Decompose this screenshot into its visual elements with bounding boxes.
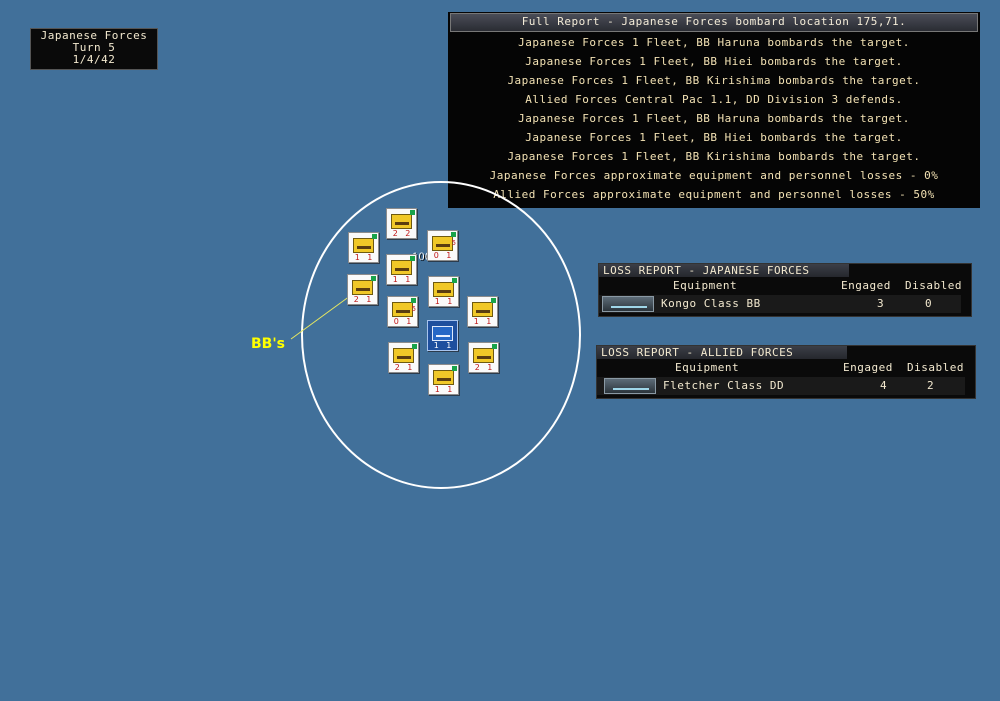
ship-icon	[353, 238, 374, 253]
counter-value-1: 1	[354, 253, 360, 262]
pointer-line	[290, 295, 351, 340]
counter-value-2: 1	[447, 385, 453, 394]
japanese-unit-counter[interactable]: 22	[386, 208, 417, 239]
counter-values: 01	[390, 317, 415, 326]
counter-values: 11	[431, 385, 456, 394]
ship-icon	[392, 302, 413, 317]
counter-value-2: 1	[447, 297, 453, 306]
ship-icon	[472, 302, 493, 317]
counter-value-2: 1	[366, 295, 372, 304]
counter-value-1: 2	[394, 363, 400, 372]
status-flag-icon	[410, 210, 415, 215]
japanese-unit-counter[interactable]: 11	[428, 364, 459, 395]
counter-value-2: 1	[406, 317, 412, 326]
status-flag-icon	[372, 234, 377, 239]
counter-flag-number: 5	[411, 305, 416, 313]
japanese-unit-counter[interactable]: 11	[467, 296, 498, 327]
status-flag-icon	[452, 278, 457, 283]
counter-value-1: 0	[433, 251, 439, 260]
counter-value-2: 2	[405, 229, 411, 238]
counter-value-1: 2	[392, 229, 398, 238]
counter-value-2: 1	[405, 275, 411, 284]
bbs-annotation: BB's	[251, 336, 285, 352]
counter-value-1: 1	[434, 385, 440, 394]
counter-values: 11	[389, 275, 414, 284]
ship-icon	[473, 348, 494, 363]
status-flag-icon	[412, 344, 417, 349]
counter-value-1: 1	[392, 275, 398, 284]
ship-icon	[433, 282, 454, 297]
counter-value-1: 2	[474, 363, 480, 372]
ship-icon	[432, 236, 453, 251]
status-flag-icon	[451, 232, 456, 237]
ship-icon	[433, 370, 454, 385]
counter-value-2: 1	[367, 253, 373, 262]
japanese-unit-counter[interactable]: 11	[386, 254, 417, 285]
japanese-unit-counter[interactable]: 21	[468, 342, 499, 373]
counter-values: 01	[430, 251, 455, 260]
japanese-unit-counter[interactable]: 5 01	[387, 296, 418, 327]
ship-icon	[391, 260, 412, 275]
counter-value-2: 1	[487, 363, 493, 372]
counter-value-1: 1	[473, 317, 479, 326]
counter-values: 21	[471, 363, 496, 372]
status-flag-icon	[452, 366, 457, 371]
counter-values: 21	[391, 363, 416, 372]
status-flag-icon	[491, 298, 496, 303]
counter-value-1: 1	[433, 341, 439, 350]
counter-value-2: 1	[407, 363, 413, 372]
counter-value-2: 1	[446, 341, 452, 350]
counter-value-2: 1	[446, 251, 452, 260]
map-overlay	[290, 181, 581, 489]
counter-value-1: 1	[434, 297, 440, 306]
ship-icon	[432, 326, 453, 341]
status-flag-icon	[411, 298, 416, 303]
counter-values: 11	[470, 317, 495, 326]
ship-icon	[352, 280, 373, 295]
japanese-unit-counter[interactable]: 21	[347, 274, 378, 305]
japanese-unit-counter[interactable]: 21	[388, 342, 419, 373]
japanese-unit-counter[interactable]: 11	[348, 232, 379, 263]
status-flag-icon	[410, 256, 415, 261]
counter-values: 11	[351, 253, 376, 262]
counter-values: 22	[389, 229, 414, 238]
status-flag-icon	[492, 344, 497, 349]
counter-value-1: 2	[353, 295, 359, 304]
counter-value-2: 1	[486, 317, 492, 326]
status-flag-icon	[371, 276, 376, 281]
ship-icon	[393, 348, 414, 363]
counter-values: 11	[431, 297, 456, 306]
allied-unit-counter[interactable]: 11	[427, 320, 458, 351]
counter-flag-number: 5	[451, 239, 456, 247]
japanese-unit-counter[interactable]: 11	[428, 276, 459, 307]
ship-icon	[391, 214, 412, 229]
counter-values: 11	[430, 341, 455, 350]
counter-value-1: 0	[393, 317, 399, 326]
japanese-unit-counter[interactable]: 5 01	[427, 230, 458, 261]
counter-values: 21	[350, 295, 375, 304]
